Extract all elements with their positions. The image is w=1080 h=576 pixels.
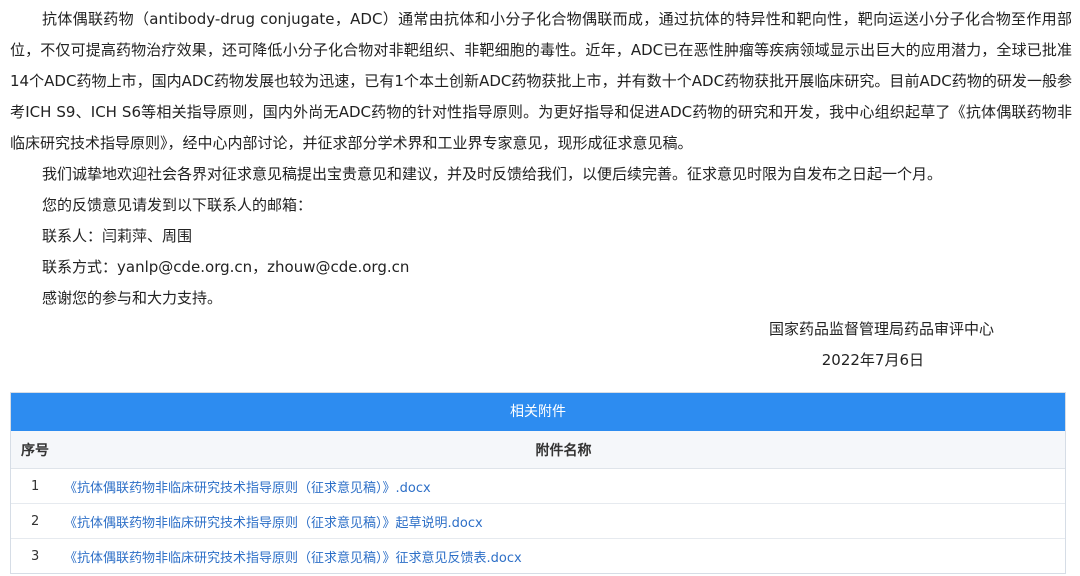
- table-row: 2 《抗体偶联药物非临床研究技术指导原则（征求意见稿）》起草说明.docx: [11, 503, 1065, 539]
- row-seq: 1: [11, 468, 62, 504]
- row-name-cell: 《抗体偶联药物非临床研究技术指导原则（征求意见稿）》征求意见反馈表.docx: [62, 539, 1065, 574]
- column-header-seq: 序号: [11, 431, 62, 469]
- row-seq: 2: [11, 503, 62, 539]
- attachments-table: 序号 附件名称 1 《抗体偶联药物非临床研究技术指导原则（征求意见稿）》.doc…: [11, 431, 1065, 573]
- notice-body: 抗体偶联药物（antibody-drug conjugate，ADC）通常由抗体…: [10, 4, 1072, 376]
- contact-persons: 联系人：闫莉萍、周围: [42, 227, 193, 245]
- attachments-title: 相关附件: [11, 393, 1065, 431]
- notice-paragraph-2: 我们诚挚地欢迎社会各界对征求意见稿提出宝贵意见和建议，并及时反馈给我们，以便后续…: [42, 165, 943, 183]
- contact-emails: 联系方式：yanlp@cde.org.cn，zhouw@cde.org.cn: [42, 258, 410, 276]
- attachments-header-row: 序号 附件名称: [11, 431, 1065, 469]
- signature-date: 2022年7月6日: [821, 351, 924, 369]
- column-header-name: 附件名称: [62, 431, 1065, 469]
- row-name-cell: 《抗体偶联药物非临床研究技术指导原则（征求意见稿）》起草说明.docx: [62, 503, 1065, 539]
- thanks-text: 感谢您的参与和大力支持。: [42, 289, 223, 307]
- attachments-panel: 相关附件 序号 附件名称 1 《抗体偶联药物非临床研究技术指导原则（征求意见稿）…: [10, 392, 1066, 574]
- signature-org: 国家药品监督管理局药品审评中心: [768, 320, 994, 338]
- row-name-cell: 《抗体偶联药物非临床研究技术指导原则（征求意见稿）》.docx: [62, 468, 1065, 504]
- attachment-link-3[interactable]: 《抗体偶联药物非临床研究技术指导原则（征求意见稿）》征求意见反馈表.docx: [64, 551, 522, 566]
- row-seq: 3: [31, 548, 40, 564]
- attachment-link-1[interactable]: 《抗体偶联药物非临床研究技术指导原则（征求意见稿）》.docx: [64, 481, 431, 496]
- table-row: 3 《抗体偶联药物非临床研究技术指导原则（征求意见稿）》征求意见反馈表.docx: [11, 539, 1065, 574]
- feedback-intro: 您的反馈意见请发到以下联系人的邮箱：: [42, 196, 313, 214]
- table-row: 1 《抗体偶联药物非临床研究技术指导原则（征求意见稿）》.docx: [11, 468, 1065, 504]
- notice-paragraph-1: 抗体偶联药物（antibody-drug conjugate，ADC）通常由抗体…: [10, 10, 1072, 152]
- attachment-link-2[interactable]: 《抗体偶联药物非临床研究技术指导原则（征求意见稿）》起草说明.docx: [64, 516, 483, 531]
